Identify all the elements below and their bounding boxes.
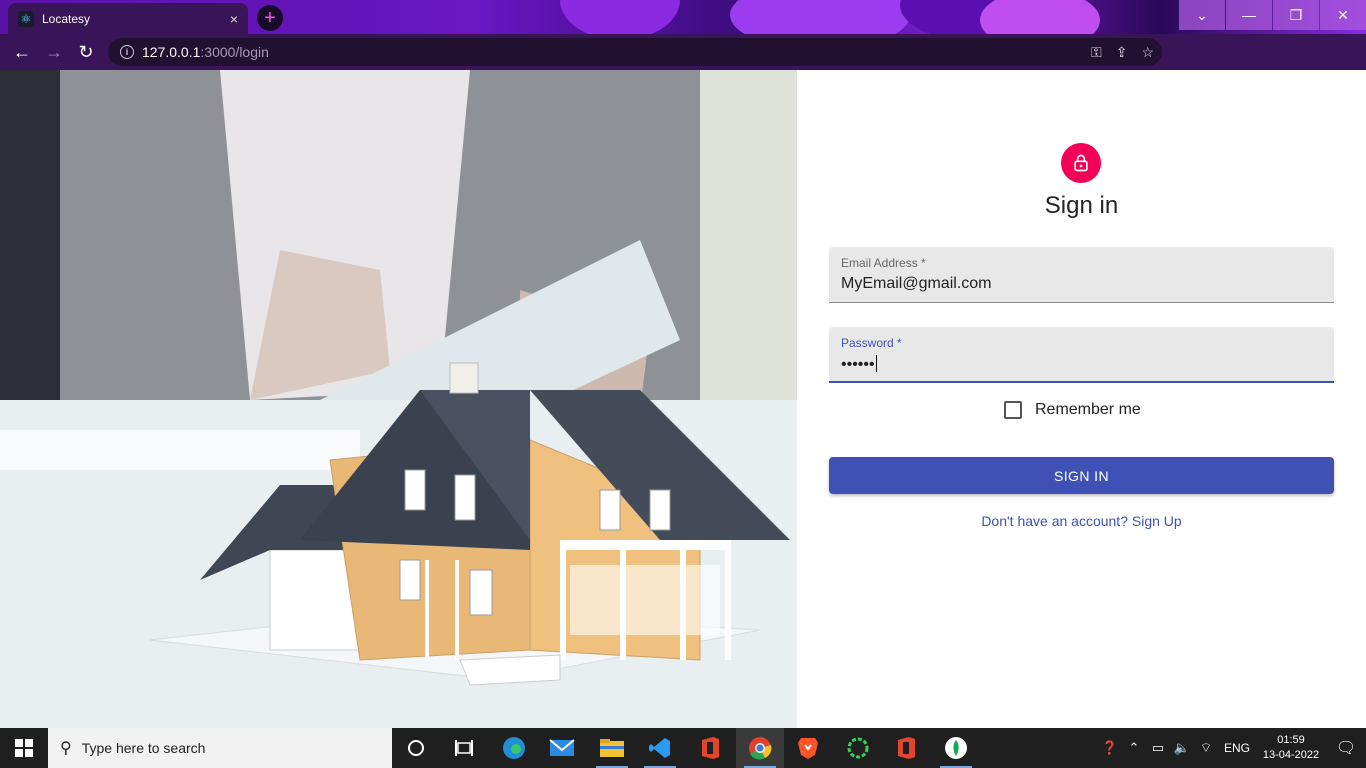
new-tab-button[interactable]: +: [257, 5, 283, 31]
volume-icon[interactable]: 🔈: [1170, 740, 1194, 756]
battery-icon[interactable]: ▭: [1146, 740, 1170, 756]
search-icon: ⚲: [60, 740, 72, 757]
password-label: Password *: [841, 336, 902, 350]
cortana-circle-icon: [408, 740, 424, 756]
window-controls: ⌄ — ❐ ✕: [1179, 0, 1366, 30]
bookmark-star-icon[interactable]: ☆: [1141, 44, 1154, 61]
edge-icon[interactable]: [490, 728, 538, 768]
password-dots: ••••••: [841, 356, 875, 373]
clock-time: 01:59: [1277, 734, 1305, 746]
edge-glyph: [503, 737, 525, 759]
help-icon[interactable]: ❓: [1098, 740, 1122, 756]
restore-button[interactable]: ❐: [1273, 0, 1319, 30]
forward-arrow-icon[interactable]: →: [38, 36, 70, 68]
wallpaper-blob: [980, 0, 1100, 34]
notification-icon[interactable]: 🗨: [1326, 728, 1366, 768]
text-caret: [875, 355, 877, 372]
address-bar-actions: ⚿ ⇪ ☆: [1091, 38, 1154, 66]
task-view-glyph: [455, 740, 473, 756]
vscode-glyph: [649, 738, 670, 758]
file-explorer-icon[interactable]: [588, 728, 636, 768]
brave-icon[interactable]: [784, 728, 832, 768]
mail-glyph: [549, 739, 575, 756]
url-path: :3000/login: [200, 44, 269, 60]
office-icon[interactable]: [686, 728, 734, 768]
address-bar[interactable]: i 127.0.0.1:3000/login ⚿ ⇪ ☆: [108, 38, 1162, 66]
password-value: ••••••: [841, 355, 877, 374]
password-field[interactable]: Password * ••••••: [829, 327, 1334, 383]
office-glyph: [898, 737, 915, 759]
office-glyph: [702, 737, 719, 759]
spinner-glyph: [847, 737, 869, 759]
wallpaper-blob: [730, 0, 910, 34]
mail-icon[interactable]: [538, 728, 586, 768]
windows-logo-icon: [15, 739, 33, 757]
page-content: Sign in Email Address * MyEmail@gmail.co…: [0, 70, 1366, 728]
remember-me-checkbox[interactable]: [1004, 401, 1022, 419]
tab-title: Locatesy: [42, 11, 91, 26]
chrome-icon[interactable]: [736, 728, 784, 768]
email-value: MyEmail@gmail.com: [841, 275, 992, 292]
task-view-icon[interactable]: [440, 728, 488, 768]
key-icon[interactable]: ⚿: [1091, 44, 1102, 61]
lock-avatar: [1061, 143, 1101, 183]
browser-toolbar: ← → ↻ i 127.0.0.1:3000/login ⚿ ⇪ ☆ ● ▦ ✚…: [0, 34, 1366, 97]
react-icon: ⚛: [18, 10, 34, 27]
leaf-glyph: [945, 737, 967, 759]
search-placeholder: Type here to search: [81, 740, 206, 756]
house-illustration: [0, 70, 797, 728]
language-indicator[interactable]: ENG: [1218, 741, 1256, 755]
share-icon[interactable]: ⇪: [1116, 44, 1128, 61]
taskbar-search[interactable]: ⚲ Type here to search: [48, 728, 392, 768]
loading-app-icon[interactable]: [834, 728, 882, 768]
sign-up-link[interactable]: Don't have an account? Sign Up: [797, 513, 1366, 529]
back-arrow-icon[interactable]: ←: [6, 36, 38, 68]
browser-title-bar: ⚛ Locatesy × + ⌄ — ❐ ✕: [0, 0, 1366, 34]
clock[interactable]: 01:59 13-04-2022: [1256, 733, 1326, 763]
cortana-icon[interactable]: [392, 728, 440, 768]
chevron-up-icon[interactable]: ⌃: [1122, 740, 1146, 756]
page-title: Sign in: [1044, 192, 1119, 219]
login-panel: Sign in Email Address * MyEmail@gmail.co…: [797, 70, 1366, 728]
clock-date: 13-04-2022: [1262, 749, 1320, 761]
system-tray: ❓ ⌃ ▭ 🔈 ⌔ ENG 01:59 13-04-2022 🗨: [1098, 728, 1366, 768]
sign-in-button[interactable]: SIGN IN: [829, 457, 1334, 494]
remember-me[interactable]: Remember me: [1004, 401, 1141, 419]
brave-glyph: [798, 738, 818, 759]
close-tab-icon[interactable]: ×: [230, 11, 238, 27]
folder-glyph: [600, 739, 624, 757]
remember-me-label: Remember me: [1035, 401, 1141, 418]
start-button[interactable]: [0, 728, 48, 768]
url-host: 127.0.0.1: [142, 44, 201, 60]
chrome-glyph: [749, 737, 772, 760]
tab-search-button[interactable]: ⌄: [1179, 0, 1225, 30]
minimize-button[interactable]: —: [1226, 0, 1272, 30]
email-label: Email Address *: [841, 256, 926, 270]
email-field[interactable]: Email Address * MyEmail@gmail.com: [829, 247, 1334, 303]
site-info-icon[interactable]: i: [120, 45, 134, 59]
browser-tab[interactable]: ⚛ Locatesy ×: [8, 3, 248, 34]
close-window-button[interactable]: ✕: [1320, 0, 1366, 30]
office-icon-2[interactable]: [882, 728, 930, 768]
reload-icon[interactable]: ↻: [70, 36, 102, 68]
windows-taskbar: ⚲ Type here to search ❓ ⌃ ▭ 🔈 ⌔ ENG 01:5…: [0, 728, 1366, 768]
wallpaper-blob: [560, 0, 680, 34]
wifi-icon[interactable]: ⌔: [1194, 740, 1218, 756]
hero-house-image: [0, 70, 797, 728]
mongodb-compass-icon[interactable]: [932, 728, 980, 768]
lock-icon: [1074, 154, 1088, 172]
vscode-icon[interactable]: [636, 728, 684, 768]
